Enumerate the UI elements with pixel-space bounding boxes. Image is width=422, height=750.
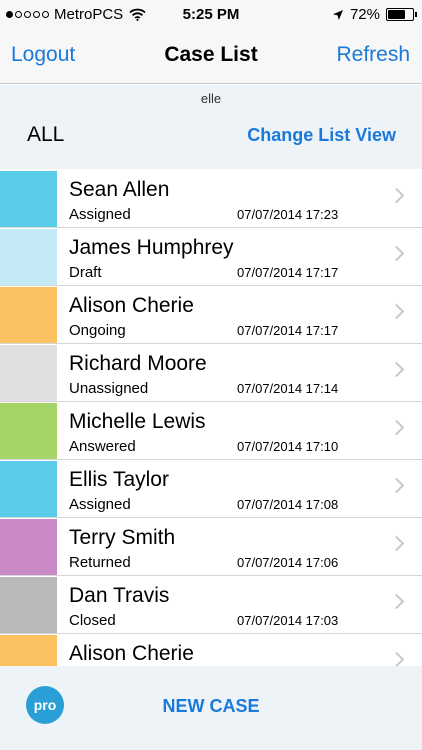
chevron-right-icon [388,361,405,378]
case-row[interactable]: Richard Moore Unassigned 07/07/2014 17:14 [0,344,422,402]
new-case-button[interactable]: NEW CASE [0,696,422,717]
case-row[interactable]: James Humphrey Draft 07/07/2014 17:17 [0,228,422,286]
case-timestamp: 07/07/2014 17:23 [237,207,339,222]
case-status-color [0,403,57,459]
case-timestamp: 07/07/2014 17:06 [237,555,339,570]
bottom-bar: pro NEW CASE [0,666,422,750]
case-timestamp: 07/07/2014 17:14 [237,381,339,396]
case-name: Sean Allen [69,178,170,201]
case-timestamp: 07/07/2014 17:10 [237,439,339,454]
case-list: Sean Allen Assigned 07/07/2014 17:23 James … [0,170,422,666]
location-arrow-icon [332,9,343,20]
case-status-color [0,519,57,575]
case-status-color [0,171,57,227]
status-bar: MetroPCS 5:25 PM 72% [0,0,422,28]
filter-label: ALL [27,123,65,146]
battery-level [388,10,406,19]
case-status: Assigned [69,496,131,513]
chevron-right-icon [388,535,405,552]
case-name: Michelle Lewis [69,410,206,433]
case-status: Returned [69,554,131,571]
case-row[interactable]: Michelle Lewis Answered 07/07/2014 17:10 [0,402,422,460]
battery-icon [386,8,417,21]
battery-percent: 72% [349,6,380,23]
case-timestamp: 07/07/2014 17:03 [237,613,339,628]
case-status-color [0,345,57,401]
case-timestamp: 07/07/2014 17:17 [237,323,339,338]
case-name: Alison Cherie [69,642,194,665]
case-status: Answered [69,438,136,455]
status-right: 72% [332,6,417,23]
case-name: Terry Smith [69,526,176,549]
case-timestamp: 07/07/2014 17:08 [237,497,339,512]
case-timestamp: 07/07/2014 17:17 [237,265,339,280]
chevron-right-icon [388,303,405,320]
list-header: elle ALL Change List View [0,85,422,169]
current-user: elle [200,91,222,106]
case-row[interactable]: Terry Smith Returned 07/07/2014 17:06 [0,518,422,576]
case-row[interactable]: Sean Allen Assigned 07/07/2014 17:23 [0,170,422,228]
chevron-right-icon [388,419,405,436]
case-name: Alison Cherie [69,294,194,317]
case-status-color [0,229,57,285]
case-status: Draft [69,264,102,281]
case-row[interactable]: Dan Travis Closed 07/07/2014 17:03 [0,576,422,634]
chevron-right-icon [388,651,405,666]
case-name: James Humphrey [69,236,234,259]
case-status-color [0,577,57,633]
chevron-right-icon [388,245,405,262]
chevron-right-icon [388,593,405,610]
chevron-right-icon [388,187,405,204]
chevron-right-icon [388,477,405,494]
case-name: Dan Travis [69,584,170,607]
case-status: Assigned [69,206,131,223]
refresh-button[interactable]: Refresh [336,43,410,67]
case-row[interactable]: Ellis Taylor Assigned 07/07/2014 17:08 [0,460,422,518]
case-name: Ellis Taylor [69,468,169,491]
case-name: Richard Moore [69,352,207,375]
case-row[interactable]: Alison Cherie [0,634,422,666]
case-status: Unassigned [69,380,149,397]
case-status-color [0,635,57,666]
case-status: Closed [69,612,116,629]
case-status: Ongoing [69,322,126,339]
nav-bar: Logout Case List Refresh [0,28,422,84]
case-row[interactable]: Alison Cherie Ongoing 07/07/2014 17:17 [0,286,422,344]
change-list-view-button[interactable]: Change List View [247,125,396,146]
case-status-color [0,461,57,517]
case-status-color [0,287,57,343]
